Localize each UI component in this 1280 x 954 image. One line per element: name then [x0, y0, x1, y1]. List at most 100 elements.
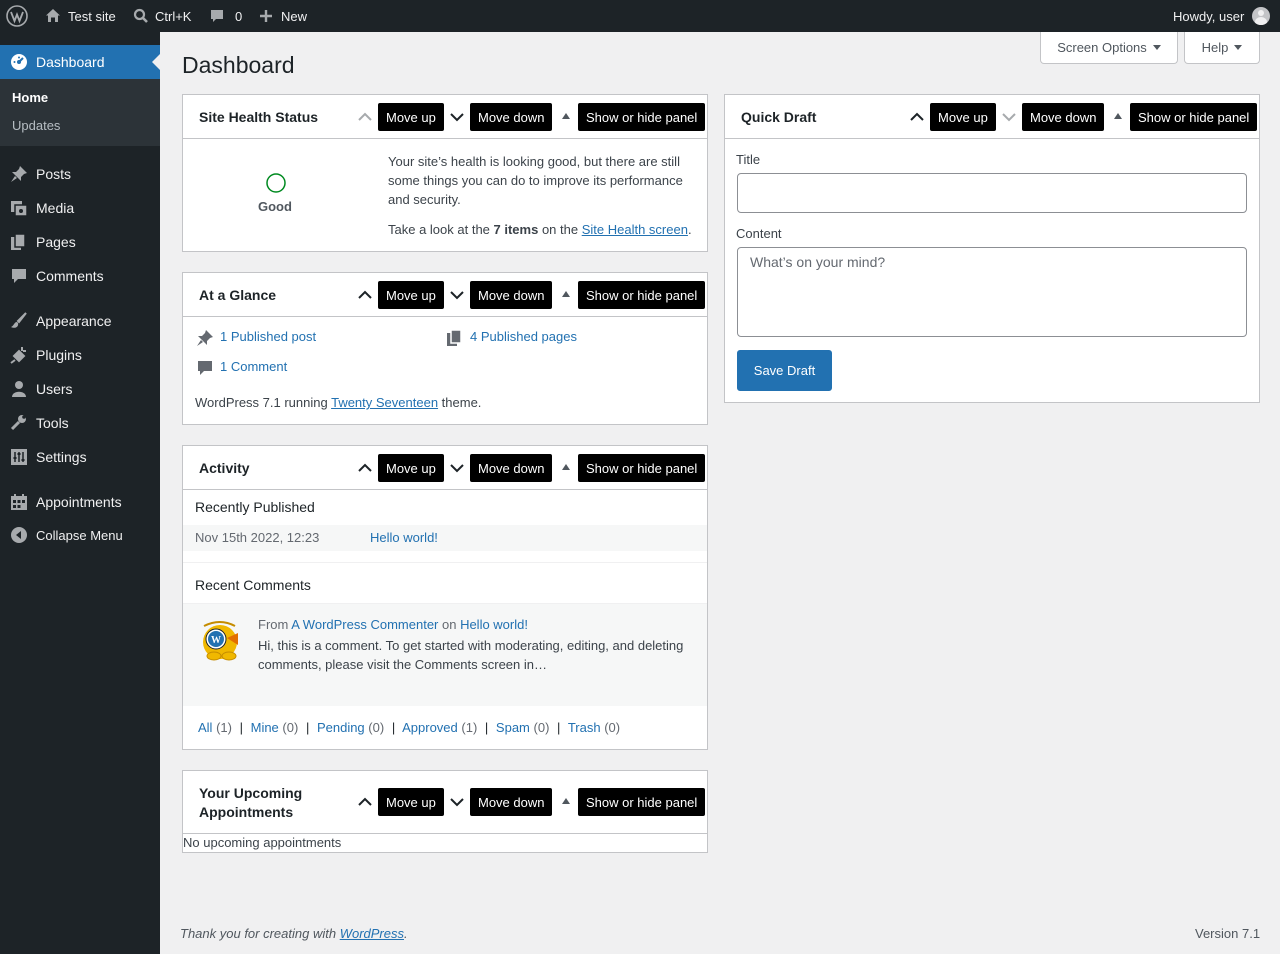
chevron-down-icon[interactable] — [447, 281, 467, 309]
draft-title-input[interactable] — [737, 173, 1247, 213]
admin-bar: Test site Ctrl+K 0 New Howdy, user — [0, 0, 1280, 32]
panel-title: Your Upcoming Appointments — [199, 784, 303, 820]
sidebar-item-label: Appearance — [36, 313, 112, 329]
chevron-up-icon[interactable] — [355, 103, 375, 131]
sidebar-item-pages[interactable]: Pages — [0, 225, 160, 259]
comment-item: W From A WordPress Commenter on Hello wo… — [183, 603, 707, 706]
search-shortcut: Ctrl+K — [155, 8, 192, 24]
filter-trash-link[interactable]: Trash — [568, 720, 601, 735]
toggle-panel-button[interactable]: Show or hide panel — [578, 103, 706, 131]
divider — [183, 562, 707, 563]
theme-link[interactable]: Twenty Seventeen — [331, 395, 438, 410]
move-down-button[interactable]: Move down — [1022, 103, 1105, 131]
chevron-down-icon[interactable] — [447, 454, 467, 482]
panel-header: At a Glance Move up Move down Show or hi… — [183, 273, 707, 317]
toggle-panel-button[interactable]: Show or hide panel — [578, 788, 706, 816]
move-up-button[interactable]: Move up — [930, 103, 996, 131]
sidebar-item-label: Comments — [36, 268, 104, 284]
chevron-up-icon[interactable] — [355, 788, 375, 816]
move-up-button[interactable]: Move up — [378, 454, 444, 482]
toggle-panel-button[interactable]: Show or hide panel — [578, 281, 706, 309]
filter-approved-link[interactable]: Approved — [402, 720, 458, 735]
filter-count: (1) — [461, 720, 478, 735]
sidebar-item-plugins[interactable]: Plugins — [0, 338, 160, 372]
chevron-down-icon[interactable] — [999, 103, 1019, 131]
save-draft-button[interactable]: Save Draft — [737, 350, 832, 391]
site-health-screen-link[interactable]: Site Health screen — [582, 222, 688, 237]
comments-link[interactable]: 1 Comment — [220, 359, 287, 374]
move-up-button[interactable]: Move up — [378, 103, 444, 131]
sidebar-item-users[interactable]: Users — [0, 372, 160, 406]
published-posts-link[interactable]: 1 Published post — [220, 329, 316, 344]
comment-post-link[interactable]: Hello world! — [460, 617, 528, 632]
move-down-button[interactable]: Move down — [470, 281, 553, 309]
wordpress-logo-icon[interactable] — [6, 0, 28, 32]
comment-author-link[interactable]: A WordPress Commenter — [291, 617, 438, 632]
caret-up-icon[interactable] — [562, 113, 570, 119]
svg-text:W: W — [211, 635, 221, 646]
plug-icon — [10, 347, 26, 364]
calendar-icon — [11, 494, 27, 510]
sidebar-item-tools[interactable]: Tools — [0, 406, 160, 440]
move-down-button[interactable]: Move down — [470, 454, 553, 482]
chevron-up-icon[interactable] — [355, 454, 375, 482]
move-down-button[interactable]: Move down — [470, 103, 553, 131]
home-icon — [46, 9, 60, 22]
panel-header: Activity Move up Move down Show or hide … — [183, 446, 707, 490]
look-suffix: . — [687, 222, 692, 237]
filter-mine-link[interactable]: Mine — [251, 720, 279, 735]
sidebar-item-comments[interactable]: Comments — [0, 259, 160, 293]
pages-icon — [11, 233, 26, 250]
help-button[interactable]: Help — [1184, 32, 1260, 64]
command-search-link[interactable]: Ctrl+K — [133, 0, 191, 32]
gauge-icon — [11, 54, 27, 70]
settings-sliders-icon — [11, 449, 27, 465]
chevron-down-icon[interactable] — [447, 103, 467, 131]
move-up-button[interactable]: Move up — [378, 281, 444, 309]
sidebar-item-settings[interactable]: Settings — [0, 440, 160, 474]
screen-options-label: Screen Options — [1057, 40, 1147, 55]
comment-excerpt: Hi, this is a comment. To get started wi… — [258, 638, 684, 672]
recently-published-heading: Recently Published — [195, 499, 315, 515]
health-status-label: Good — [258, 199, 292, 214]
caret-up-icon[interactable] — [562, 464, 570, 470]
post-title-link[interactable]: Hello world! — [370, 530, 438, 545]
site-name-link[interactable]: Test site — [44, 0, 116, 32]
sidebar-item-label: Users — [36, 381, 73, 397]
my-account-link[interactable]: Howdy, user — [1173, 0, 1271, 32]
sidebar-item-label: Posts — [36, 166, 72, 182]
filter-all-link[interactable]: All — [198, 720, 212, 735]
draft-content-textarea[interactable] — [737, 247, 1247, 337]
chevron-up-icon[interactable] — [355, 281, 375, 309]
collapse-menu-button[interactable]: Collapse Menu — [0, 518, 160, 552]
comments-link[interactable]: 0 — [209, 0, 242, 32]
panel-title: Activity — [199, 460, 250, 476]
caret-up-icon[interactable] — [562, 798, 570, 804]
screen-options-button[interactable]: Screen Options — [1040, 32, 1178, 64]
chevron-down-icon[interactable] — [447, 788, 467, 816]
wordpress-link[interactable]: WordPress — [340, 926, 404, 941]
move-up-button[interactable]: Move up — [378, 788, 444, 816]
filter-spam-link[interactable]: Spam — [496, 720, 530, 735]
user-icon — [12, 381, 26, 397]
health-indicator-icon — [266, 173, 286, 193]
caret-up-icon[interactable] — [1114, 113, 1122, 119]
toggle-panel-button[interactable]: Show or hide panel — [578, 454, 706, 482]
recent-comments-heading: Recent Comments — [195, 577, 311, 593]
filter-pending-link[interactable]: Pending — [317, 720, 365, 735]
sidebar-item-posts[interactable]: Posts — [0, 157, 160, 191]
chevron-up-icon[interactable] — [907, 103, 927, 131]
thanks-prefix: Thank you for creating with — [180, 926, 340, 941]
new-content-link[interactable]: New — [259, 0, 307, 32]
sidebar-item-dashboard[interactable]: Dashboard — [0, 45, 160, 79]
sidebar-item-appearance[interactable]: Appearance — [0, 304, 160, 338]
filter-count: (0) — [282, 720, 299, 735]
caret-up-icon[interactable] — [562, 291, 570, 297]
sidebar-item-appointments[interactable]: Appointments — [0, 485, 160, 519]
sidebar-item-media[interactable]: Media — [0, 191, 160, 225]
move-down-button[interactable]: Move down — [470, 788, 553, 816]
submenu-home[interactable]: Home — [12, 90, 48, 105]
submenu-updates[interactable]: Updates — [12, 118, 60, 133]
published-pages-link[interactable]: 4 Published pages — [470, 329, 577, 344]
toggle-panel-button[interactable]: Show or hide panel — [1130, 103, 1258, 131]
